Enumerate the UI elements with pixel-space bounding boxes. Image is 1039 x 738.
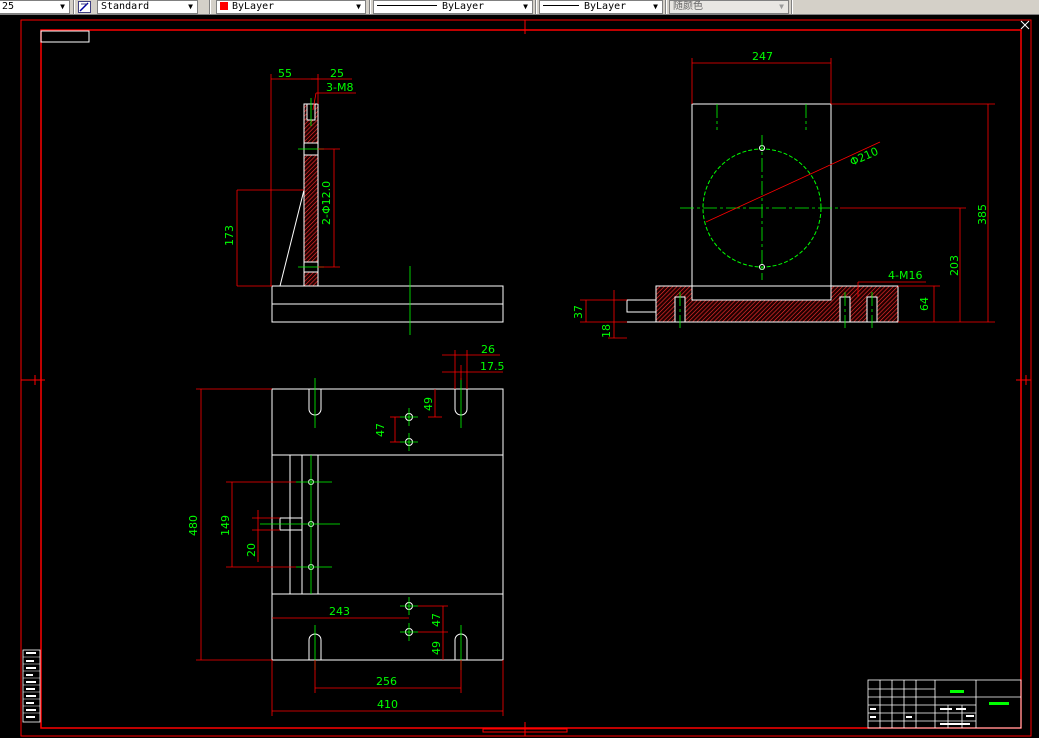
side-view	[271, 98, 504, 335]
drawing-canvas[interactable]: 55 25 3-M8 2-Φ12.0 173 247 Φ210 385 203 …	[0, 15, 1039, 738]
front-view	[626, 103, 899, 328]
toolbar-separator	[535, 0, 537, 14]
chevron-down-icon[interactable]: ▼	[58, 1, 67, 13]
drawing-frame	[20, 19, 1032, 737]
linetype-combo[interactable]: ByLayer ▼	[373, 0, 533, 14]
lineweight-preview-icon	[543, 5, 579, 6]
textstyle-combo[interactable]: Standard ▼	[97, 0, 198, 14]
title-block-marks	[870, 690, 1009, 725]
chevron-down-icon[interactable]: ▼	[777, 1, 786, 13]
margin-legend	[22, 649, 41, 723]
dim-37: 37	[572, 305, 585, 319]
dim-47-top: 47	[374, 423, 387, 437]
dim-2-phi12: 2-Φ12.0	[320, 181, 333, 225]
dim-47-bottom: 47	[430, 613, 443, 627]
close-icon[interactable]	[1020, 20, 1030, 30]
plotstyle-combo[interactable]: 随颜色 ▼	[669, 0, 789, 14]
dim-phi210: Φ210	[848, 145, 880, 169]
dim-385: 385	[976, 204, 989, 225]
top-view	[271, 388, 504, 661]
dim-480: 480	[187, 515, 200, 536]
toolbar-separator	[73, 0, 75, 14]
dim-49-bottom: 49	[430, 641, 443, 655]
front-view-dimensions	[580, 58, 995, 339]
side-view-dimensions	[236, 74, 356, 287]
dim-18: 18	[600, 324, 613, 338]
dim-25: 25	[330, 67, 344, 80]
dim-17-5: 17.5	[480, 360, 505, 373]
dim-26: 26	[481, 343, 495, 356]
lineweight-value: ByLayer	[584, 1, 627, 12]
label-box	[40, 30, 90, 43]
color-combo[interactable]: ByLayer ▼	[216, 0, 366, 14]
plotstyle-value: 随颜色	[673, 1, 703, 12]
dim-64: 64	[918, 297, 931, 311]
dim-410: 410	[377, 698, 398, 711]
properties-toolbar: 25 ▼ Standard ▼ ByLayer ▼ ByLayer ▼ ByLa…	[0, 0, 1039, 15]
dim-173: 173	[223, 225, 236, 246]
color-swatch-icon	[220, 2, 228, 10]
dimstyle-value: 25	[2, 1, 15, 12]
dim-149: 149	[219, 515, 232, 536]
dimstyle-combo[interactable]: 25 ▼	[0, 0, 70, 14]
dim-4-m16: 4-M16	[888, 269, 922, 282]
color-value: ByLayer	[232, 1, 275, 12]
chevron-down-icon[interactable]: ▼	[354, 1, 363, 13]
dim-243: 243	[329, 605, 350, 618]
top-view-dimensions	[196, 350, 504, 716]
textstyle-value: Standard	[101, 1, 150, 12]
linetype-value: ByLayer	[442, 1, 485, 12]
text-style-icon[interactable]	[78, 1, 91, 13]
dim-256: 256	[376, 675, 397, 688]
toolbar-separator	[369, 0, 371, 14]
dim-203: 203	[948, 255, 961, 276]
toolbar-separator	[665, 0, 667, 14]
dim-247: 247	[752, 50, 773, 63]
chevron-down-icon[interactable]: ▼	[521, 1, 530, 13]
lineweight-combo[interactable]: ByLayer ▼	[539, 0, 663, 14]
toolbar-separator	[209, 0, 211, 14]
dim-3-m8: 3-M8	[326, 81, 353, 94]
toolbar-separator	[791, 0, 793, 14]
dim-49-top: 49	[422, 397, 435, 411]
linetype-preview-icon	[377, 5, 437, 6]
chevron-down-icon[interactable]: ▼	[651, 1, 660, 13]
dim-55: 55	[278, 67, 292, 80]
chevron-down-icon[interactable]: ▼	[186, 1, 195, 13]
dim-20: 20	[245, 543, 258, 557]
